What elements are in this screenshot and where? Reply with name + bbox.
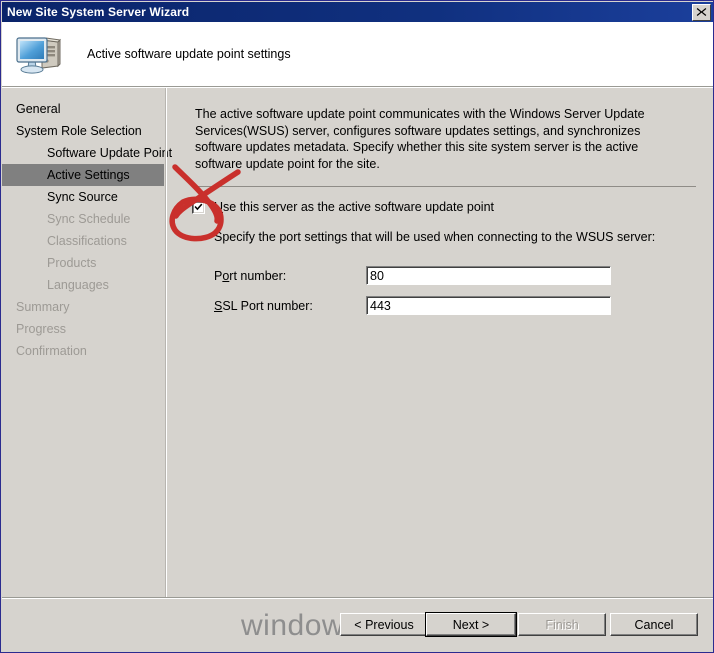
- ssl-port-number-label: SSL Port number:: [214, 299, 366, 313]
- ssl-label-rest: SL Port number:: [222, 298, 313, 313]
- sidebar-item-general[interactable]: General: [2, 98, 164, 120]
- description-text: The active software update point communi…: [195, 107, 645, 171]
- next-button[interactable]: Next >: [425, 612, 517, 637]
- port-number-row: Port number:: [214, 266, 611, 285]
- wizard-header: Active software update point settings: [2, 22, 713, 86]
- sidebar-item-summary[interactable]: Summary: [2, 296, 164, 318]
- ssl-port-number-input[interactable]: [366, 296, 611, 315]
- port-number-input[interactable]: [366, 266, 611, 285]
- finish-button: Finish: [518, 613, 606, 636]
- wizard-step-list: General System Role Selection Software U…: [2, 88, 172, 597]
- wizard-body: General System Role Selection Software U…: [2, 88, 713, 597]
- window-title: New Site System Server Wizard: [7, 5, 190, 19]
- previous-button[interactable]: < Previous: [340, 613, 428, 636]
- title-bar: New Site System Server Wizard: [2, 2, 713, 22]
- port-settings-instruction: Specify the port settings that will be u…: [214, 230, 656, 244]
- sidebar-item-classifications[interactable]: Classifications: [2, 230, 164, 252]
- header-title: Active software update point settings: [87, 47, 291, 61]
- sidebar-item-products[interactable]: Products: [2, 252, 164, 274]
- button-row: < Previous Next > Finish Cancel: [2, 612, 713, 637]
- checkbox-label-rest: se this server as the active software up…: [223, 200, 495, 214]
- sidebar-item-active-settings[interactable]: Active Settings: [2, 164, 164, 186]
- ssl-port-number-row: SSL Port number:: [214, 296, 611, 315]
- active-sup-checkbox[interactable]: [192, 200, 205, 214]
- wizard-window: New Site System Server Wizard Active sof…: [0, 0, 714, 653]
- wizard-content-pane: The active software update point communi…: [168, 88, 713, 597]
- checkbox-accelerator: U: [214, 200, 224, 214]
- wizard-footer: < Previous Next > Finish Cancel: [2, 599, 713, 652]
- active-sup-checkbox-label: Use this server as the active software u…: [214, 200, 494, 214]
- cancel-button[interactable]: Cancel: [610, 613, 698, 636]
- active-sup-checkbox-row[interactable]: Use this server as the active software u…: [192, 200, 494, 214]
- sidebar-item-system-role-selection[interactable]: System Role Selection: [2, 120, 164, 142]
- sidebar-item-sync-source[interactable]: Sync Source: [2, 186, 164, 208]
- port-label-rest: rt number:: [229, 268, 287, 283]
- checkmark-icon: [194, 203, 203, 210]
- sidebar-item-confirmation[interactable]: Confirmation: [2, 340, 164, 362]
- sidebar-item-languages[interactable]: Languages: [2, 274, 164, 296]
- sidebar-item-software-update-point[interactable]: Software Update Point: [2, 142, 172, 164]
- computer-icon: [16, 37, 62, 74]
- close-button[interactable]: [692, 3, 711, 21]
- sidebar-item-progress[interactable]: Progress: [2, 318, 164, 340]
- port-number-label: Port number:: [214, 269, 366, 283]
- content-separator: [192, 186, 696, 187]
- sidebar-item-sync-schedule[interactable]: Sync Schedule: [2, 208, 164, 230]
- close-icon: [696, 8, 707, 16]
- sidebar-content-divider: [165, 88, 167, 597]
